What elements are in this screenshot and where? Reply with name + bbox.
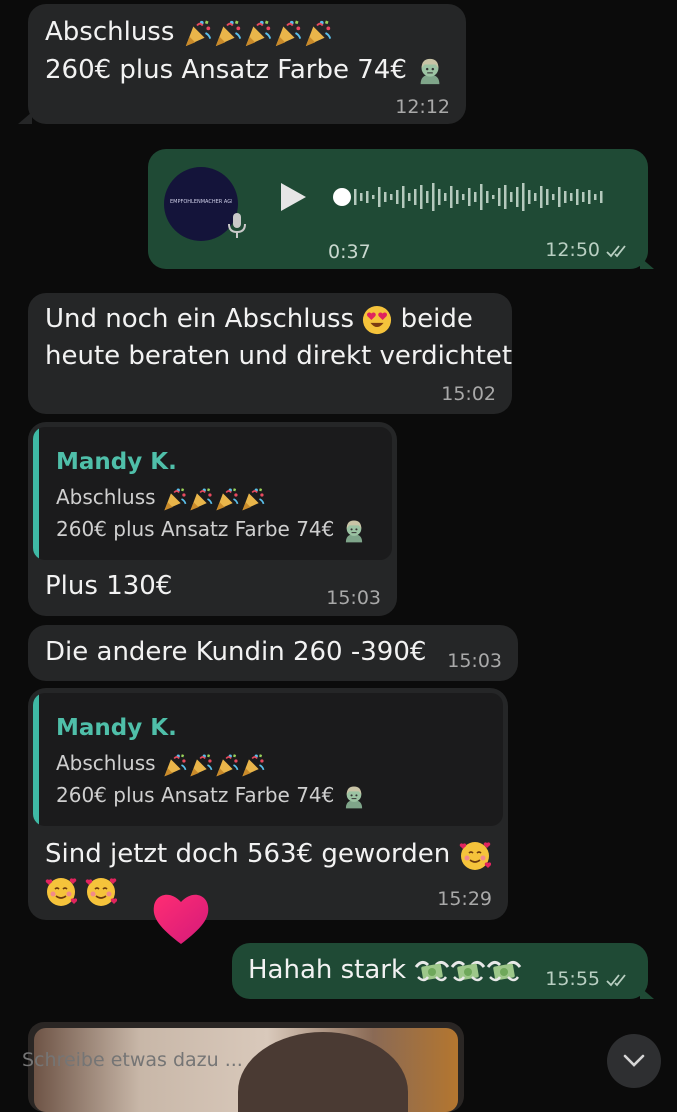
mic-icon — [228, 213, 246, 238]
waveform[interactable] — [330, 177, 620, 217]
avatar-text: EMPFOHLENMACHER AGENCY — [170, 199, 232, 205]
party-popper-icon — [243, 18, 273, 48]
message-time: 12:50 — [545, 239, 600, 261]
reply-message-bubble[interactable]: Mandy K. Abschluss 260€ plus Ansatz Farb… — [28, 688, 508, 920]
message-text: 260€ plus Ansatz Farbe 74€ — [45, 55, 407, 85]
party-popper-icon — [303, 18, 333, 48]
woman-zombie-icon — [341, 784, 367, 810]
party-popper-icon — [214, 486, 240, 512]
message-text: heute beraten und direkt verdichtet — [45, 341, 513, 371]
heart-eyes-icon — [362, 305, 392, 335]
party-popper-icon — [188, 486, 214, 512]
quoted-message[interactable]: Mandy K. Abschluss 260€ plus Ansatz Farb… — [33, 693, 503, 826]
caption-input[interactable] — [10, 1040, 394, 1080]
party-popper-icon — [183, 18, 213, 48]
quote-author: Mandy K. — [56, 715, 177, 741]
smiling-hearts-icon — [85, 875, 117, 907]
quote-text: 260€ plus Ansatz Farbe 74€ — [56, 783, 335, 807]
double-check-icon — [606, 244, 632, 258]
quote-accent-bar — [33, 427, 39, 560]
message-time: 15:03 — [447, 650, 502, 672]
quote-text: 260€ plus Ansatz Farbe 74€ — [56, 517, 335, 541]
message-time: 15:02 — [441, 383, 496, 405]
smiling-hearts-icon — [459, 839, 491, 871]
message-time: 15:03 — [326, 587, 381, 609]
quote-text: Abschluss — [56, 751, 156, 775]
message-text: Sind jetzt doch 563€ geworden — [45, 839, 451, 869]
scroll-down-button[interactable] — [607, 1034, 661, 1088]
message-text: beide — [400, 304, 473, 334]
incoming-message-bubble[interactable]: Abschluss 260€ plus Ansatz Farbe 74€ 12:… — [28, 4, 466, 124]
party-popper-icon — [162, 752, 188, 778]
smiling-hearts-icon — [45, 875, 77, 907]
quoted-message[interactable]: Mandy K. Abschluss 260€ plus Ansatz Farb… — [33, 427, 392, 560]
message-text: Hahah stark — [248, 955, 407, 985]
party-popper-icon — [188, 752, 214, 778]
money-wings-icon — [450, 955, 486, 987]
woman-zombie-icon — [415, 56, 445, 86]
heart-reaction-icon[interactable] — [150, 888, 212, 948]
message-text: Plus 130€ — [45, 571, 173, 601]
incoming-message-bubble[interactable]: Die andere Kundin 260 -390€ 15:03 — [28, 625, 518, 681]
quote-author: Mandy K. — [56, 449, 177, 475]
chevron-down-icon — [623, 1054, 645, 1067]
play-icon[interactable] — [278, 181, 308, 213]
outgoing-message-bubble[interactable]: Hahah stark 15:55 — [232, 943, 648, 999]
message-text: Die andere Kundin 260 -390€ — [45, 637, 427, 667]
message-time: 15:55 — [545, 968, 600, 990]
money-wings-icon — [414, 955, 450, 987]
incoming-message-bubble[interactable]: Und noch ein Abschluss beide heute berat… — [28, 293, 512, 414]
party-popper-icon — [162, 486, 188, 512]
message-time: 15:29 — [437, 888, 492, 910]
party-popper-icon — [240, 486, 266, 512]
message-text: Und noch ein Abschluss — [45, 304, 355, 334]
quote-text: Abschluss — [56, 485, 156, 509]
reply-message-bubble[interactable]: Mandy K. Abschluss 260€ plus Ansatz Farb… — [28, 422, 397, 616]
party-popper-icon — [240, 752, 266, 778]
double-check-icon — [606, 973, 632, 987]
money-wings-icon — [486, 955, 522, 987]
quote-accent-bar — [33, 693, 39, 826]
voice-message-bubble[interactable]: EMPFOHLENMACHER AGENCY — [148, 149, 648, 269]
party-popper-icon — [213, 18, 243, 48]
party-popper-icon — [214, 752, 240, 778]
party-popper-icon — [273, 18, 303, 48]
bubble-tail — [640, 987, 654, 999]
bubble-tail — [18, 112, 32, 124]
woman-zombie-icon — [341, 518, 367, 544]
message-text: Abschluss — [45, 17, 175, 47]
voice-duration: 0:37 — [328, 241, 371, 263]
message-time: 12:12 — [395, 96, 450, 118]
bubble-tail — [640, 257, 654, 269]
